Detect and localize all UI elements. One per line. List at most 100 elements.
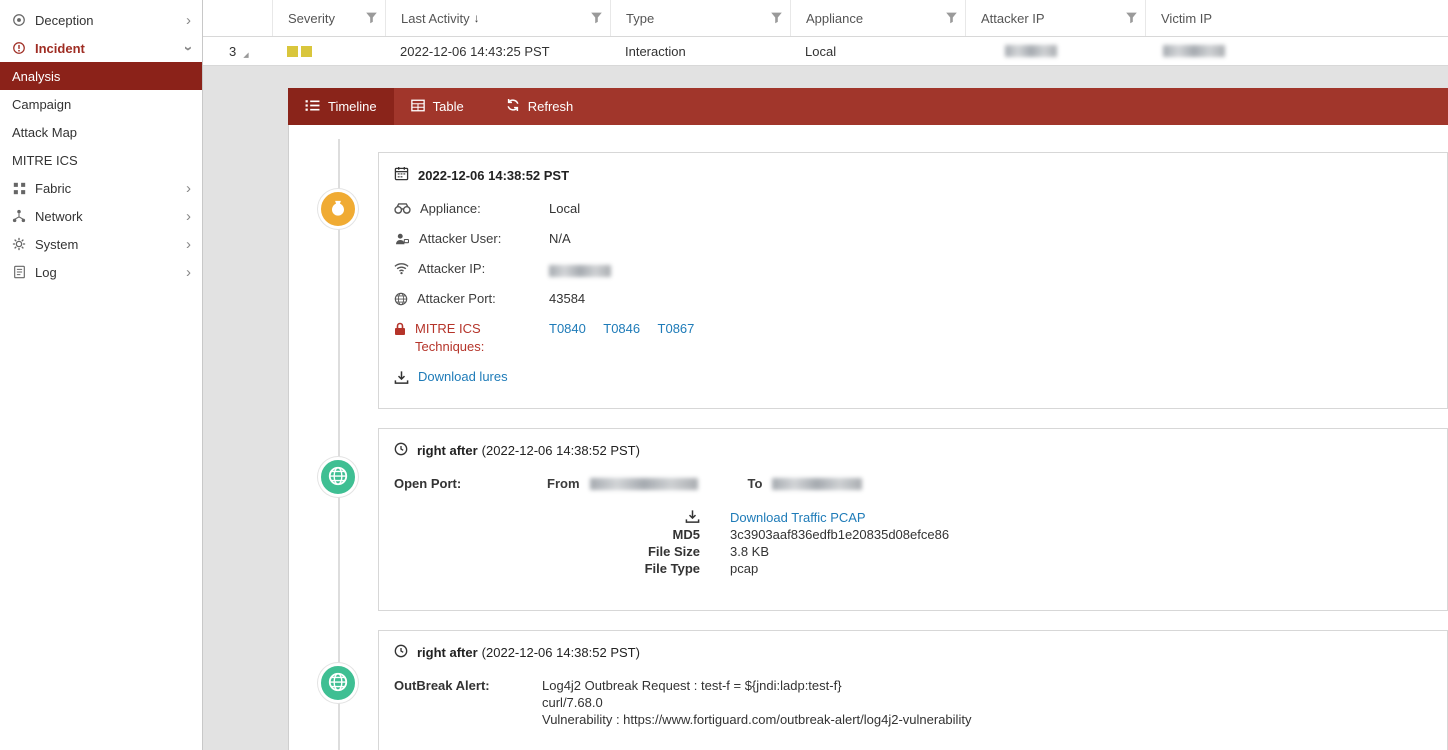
field-value: N/A	[549, 230, 571, 248]
column-label[interactable]: Victim IP	[1161, 11, 1212, 26]
severity-cell	[272, 37, 385, 65]
sidebar-item-network[interactable]: Network ›	[0, 202, 202, 230]
sidebar-item-campaign[interactable]: Campaign	[0, 90, 202, 118]
chevron-right-icon: ›	[183, 181, 194, 196]
expander-column-header	[203, 0, 272, 36]
sidebar-item-system[interactable]: System ›	[0, 230, 202, 258]
table-icon	[411, 99, 425, 115]
filter-icon[interactable]	[1125, 11, 1138, 27]
sidebar-item-label: Campaign	[12, 97, 71, 112]
field-label: Appliance:	[420, 200, 481, 218]
column-header-appliance[interactable]: Appliance	[790, 0, 965, 36]
md5-value: 3c3903aaf836edfb1e20835d08efce86	[730, 527, 949, 542]
row-expander-icon[interactable]: ◢	[243, 51, 248, 59]
tab-timeline[interactable]: Timeline	[288, 88, 394, 125]
timeline-panel: 2022-12-06 14:38:52 PST Appliance: Local…	[288, 125, 1448, 750]
sidebar-item-label: Attack Map	[12, 125, 77, 140]
timeline-event-card-lure: 2022-12-06 14:38:52 PST Appliance: Local…	[378, 152, 1448, 409]
column-header-victim-ip[interactable]: Victim IP	[1145, 0, 1448, 36]
redacted-to-ip	[772, 478, 862, 490]
severity-square	[301, 46, 312, 57]
sidebar-item-label: System	[35, 237, 175, 252]
column-header-severity[interactable]: Severity	[272, 0, 385, 36]
network-event-node	[318, 663, 358, 703]
deception-icon	[11, 13, 27, 27]
app-window: Deception › Incident › Analysis Campaign…	[0, 0, 1448, 750]
tab-table[interactable]: Table	[394, 88, 481, 125]
download-icon	[394, 370, 409, 385]
port-icon	[394, 292, 408, 306]
victim-ip-cell	[1145, 37, 1448, 65]
event-relative-time: right after	[417, 645, 478, 660]
file-type-label: File Type	[394, 561, 700, 576]
sidebar-item-fabric[interactable]: Fabric ›	[0, 174, 202, 202]
column-header-last-activity[interactable]: Last Activity ↓	[385, 0, 610, 36]
calendar-icon	[394, 166, 409, 184]
sidebar-item-deception[interactable]: Deception ›	[0, 6, 202, 34]
event-timestamp: 2022-12-06 14:38:52 PST	[418, 168, 569, 183]
download-lures-link[interactable]: Download lures	[418, 368, 508, 386]
mitre-technique-link[interactable]: T0840	[549, 321, 586, 336]
log-icon	[11, 265, 27, 279]
system-icon	[11, 237, 27, 251]
download-pcap-link[interactable]: Download Traffic PCAP	[730, 510, 866, 525]
sidebar-item-label: Deception	[35, 13, 175, 28]
mitre-technique-link[interactable]: T0846	[603, 321, 640, 336]
column-header-attacker-ip[interactable]: Attacker IP	[965, 0, 1145, 36]
sidebar: Deception › Incident › Analysis Campaign…	[0, 0, 203, 750]
incident-id-cell: 3 ◢	[203, 37, 272, 65]
sidebar-item-label: Network	[35, 209, 175, 224]
field-value: Local	[549, 200, 580, 218]
outbreak-line: Vulnerability : https://www.fortiguard.c…	[542, 711, 971, 728]
attacker-ip-cell	[965, 37, 1145, 65]
mitre-technique-link[interactable]: T0867	[658, 321, 695, 336]
globe-icon	[327, 465, 349, 490]
incident-id: 3	[229, 44, 236, 59]
filter-icon[interactable]	[590, 11, 603, 27]
column-label[interactable]: Last Activity	[401, 11, 470, 26]
chevron-right-icon: ›	[183, 13, 194, 28]
column-label[interactable]: Appliance	[806, 11, 863, 26]
column-label[interactable]: Severity	[288, 11, 335, 26]
fabric-icon	[11, 182, 27, 195]
filter-icon[interactable]	[365, 11, 378, 27]
event-timestamp: (2022-12-06 14:38:52 PST)	[482, 443, 640, 458]
chevron-down-icon: ›	[181, 43, 196, 54]
redacted-from-ip	[590, 478, 698, 490]
sidebar-item-incident[interactable]: Incident ›	[0, 34, 202, 62]
refresh-button[interactable]: Refresh	[489, 88, 591, 125]
event-timestamp: (2022-12-06 14:38:52 PST)	[482, 645, 640, 660]
appliance-cell: Local	[790, 37, 965, 65]
filter-icon[interactable]	[945, 11, 958, 27]
outbreak-line: curl/7.68.0	[542, 694, 971, 711]
sidebar-item-label: Fabric	[35, 181, 175, 196]
timeline-line	[338, 139, 340, 750]
clock-icon	[394, 442, 408, 459]
severity-square	[287, 46, 298, 57]
timeline-event-card-open-port: right after (2022-12-06 14:38:52 PST) Op…	[378, 428, 1448, 611]
globe-icon	[327, 671, 349, 696]
field-label: MITRE ICS Techniques:	[415, 320, 549, 356]
list-icon	[305, 99, 320, 115]
filter-icon[interactable]	[770, 11, 783, 27]
incident-row[interactable]: 3 ◢ 2022-12-06 14:43:25 PST Interaction …	[203, 37, 1448, 66]
file-size-label: File Size	[394, 544, 700, 559]
lock-icon	[394, 322, 406, 336]
refresh-label: Refresh	[528, 99, 574, 114]
sidebar-item-label: MITRE ICS	[12, 153, 78, 168]
sidebar-item-analysis[interactable]: Analysis	[0, 62, 202, 90]
column-label[interactable]: Type	[626, 11, 654, 26]
sidebar-item-log[interactable]: Log ›	[0, 258, 202, 286]
sidebar-item-attack-map[interactable]: Attack Map	[0, 118, 202, 146]
sort-desc-icon[interactable]: ↓	[474, 11, 480, 25]
column-header-type[interactable]: Type	[610, 0, 790, 36]
refresh-icon	[506, 98, 520, 115]
chevron-right-icon: ›	[183, 265, 194, 280]
column-label[interactable]: Attacker IP	[981, 11, 1045, 26]
appliance-icon	[394, 202, 411, 215]
network-icon	[11, 209, 27, 223]
field-value: 43584	[549, 290, 585, 308]
sidebar-item-mitre-ics[interactable]: MITRE ICS	[0, 146, 202, 174]
chevron-right-icon: ›	[183, 209, 194, 224]
outbreak-line: Log4j2 Outbreak Request : test-f = ${jnd…	[542, 677, 971, 694]
